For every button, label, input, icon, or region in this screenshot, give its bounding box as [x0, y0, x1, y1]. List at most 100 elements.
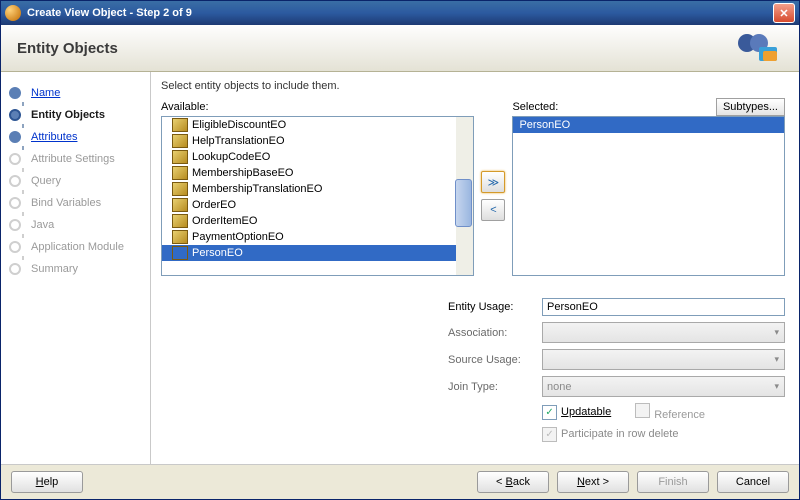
- chevron-left-icon: <: [490, 204, 496, 216]
- available-panel: Available: EligibleDiscountEO HelpTransla…: [161, 98, 474, 276]
- entity-object-icon: [172, 118, 188, 132]
- source-usage-label: Source Usage:: [448, 354, 534, 366]
- chevron-right-icon: ≫: [488, 176, 500, 189]
- step-label: Application Module: [31, 241, 124, 253]
- close-icon[interactable]: ✕: [773, 3, 795, 23]
- entity-object-icon: [172, 150, 188, 164]
- step-attributes[interactable]: Attributes: [9, 126, 150, 148]
- wizard-body: Name Entity Objects Attributes Attribute Se…: [1, 72, 799, 464]
- list-item[interactable]: PaymentOptionEO: [162, 229, 473, 245]
- step-dot-icon: [9, 109, 21, 121]
- step-dot-icon: [9, 87, 21, 99]
- list-item[interactable]: HelpTranslationEO: [162, 133, 473, 149]
- step-list: Name Entity Objects Attributes Attribute Se…: [1, 72, 151, 464]
- list-item-label: MembershipTranslationEO: [192, 183, 322, 195]
- selected-label: Selected:: [512, 101, 558, 113]
- association-combo: [542, 322, 785, 343]
- step-entity-objects: Entity Objects: [9, 104, 150, 126]
- back-button[interactable]: < Back: [477, 471, 549, 493]
- entity-object-icon: [172, 182, 188, 196]
- step-label: Query: [31, 175, 61, 187]
- step-dot-icon: [9, 219, 21, 231]
- list-item[interactable]: MembershipTranslationEO: [162, 181, 473, 197]
- entity-object-icon: [172, 246, 188, 260]
- step-label[interactable]: Attributes: [31, 131, 77, 143]
- step-application-module: Application Module: [9, 236, 150, 258]
- list-item-label: OrderItemEO: [192, 215, 257, 227]
- list-item-label: PersonEO: [519, 119, 570, 131]
- shuttle-container: Available: EligibleDiscountEO HelpTransla…: [161, 98, 785, 276]
- step-label: Attribute Settings: [31, 153, 115, 165]
- step-label: Summary: [31, 263, 78, 275]
- remove-button[interactable]: <: [481, 199, 505, 221]
- add-button[interactable]: ≫: [481, 171, 505, 193]
- step-dot-icon: [9, 153, 21, 165]
- step-query: Query: [9, 170, 150, 192]
- entity-object-icon: [172, 198, 188, 212]
- entity-object-icon: [172, 230, 188, 244]
- selected-panel: Selected: Subtypes... PersonEO: [512, 98, 785, 276]
- app-icon: [5, 5, 21, 21]
- step-dot-icon: [9, 263, 21, 275]
- subtypes-button[interactable]: Subtypes...: [716, 98, 785, 116]
- list-item-label: HelpTranslationEO: [192, 135, 285, 147]
- source-usage-combo: [542, 349, 785, 370]
- list-item-label: MembershipBaseEO: [192, 167, 294, 179]
- entity-object-icon: [172, 166, 188, 180]
- entity-usage-field[interactable]: [542, 298, 785, 316]
- list-item[interactable]: EligibleDiscountEO: [162, 117, 473, 133]
- cancel-button[interactable]: Cancel: [717, 471, 789, 493]
- list-item-label: PaymentOptionEO: [192, 231, 284, 243]
- available-listbox[interactable]: EligibleDiscountEO HelpTranslationEO Looku…: [161, 116, 474, 276]
- shuttle-buttons: ≫ <: [480, 116, 506, 276]
- entity-object-icon: [172, 214, 188, 228]
- step-attribute-settings: Attribute Settings: [9, 148, 150, 170]
- step-label[interactable]: Name: [31, 87, 60, 99]
- list-item[interactable]: PersonEO: [513, 117, 784, 133]
- wizard-header: Entity Objects: [1, 25, 799, 72]
- main-panel: Select entity objects to include them. A…: [151, 72, 799, 464]
- selected-listbox[interactable]: PersonEO: [512, 116, 785, 276]
- step-dot-icon: [9, 241, 21, 253]
- entity-usage-label: Entity Usage:: [448, 301, 534, 313]
- association-label: Association:: [448, 327, 534, 339]
- wizard-banner-icon: [733, 29, 781, 65]
- list-item[interactable]: OrderItemEO: [162, 213, 473, 229]
- scrollbar-thumb[interactable]: [455, 179, 472, 227]
- participate-checkbox: ✓Participate in row delete: [542, 427, 678, 442]
- list-item[interactable]: MembershipBaseEO: [162, 165, 473, 181]
- window-title: Create View Object - Step 2 of 9: [27, 7, 773, 19]
- step-dot-icon: [9, 175, 21, 187]
- wizard-footer: Help < Back Next > Finish Cancel: [1, 464, 799, 499]
- join-type-combo: none: [542, 376, 785, 397]
- page-title: Entity Objects: [17, 40, 118, 57]
- step-label: Bind Variables: [31, 197, 101, 209]
- wizard-window: Create View Object - Step 2 of 9 ✕ Entit…: [0, 0, 800, 500]
- step-label: Entity Objects: [31, 109, 105, 121]
- step-bind-variables: Bind Variables: [9, 192, 150, 214]
- list-item[interactable]: PersonEO: [162, 245, 473, 261]
- next-button[interactable]: Next >: [557, 471, 629, 493]
- list-item-label: OrderEO: [192, 199, 236, 211]
- instruction-text: Select entity objects to include them.: [161, 80, 785, 92]
- titlebar: Create View Object - Step 2 of 9 ✕: [1, 1, 799, 25]
- entity-usage-form: Entity Usage: Association: Source Usage:…: [448, 298, 785, 442]
- step-summary: Summary: [9, 258, 150, 280]
- entity-object-icon: [172, 134, 188, 148]
- help-button[interactable]: Help: [11, 471, 83, 493]
- updatable-checkbox[interactable]: ✓Updatable: [542, 405, 611, 420]
- step-dot-icon: [9, 197, 21, 209]
- list-item-label: LookupCodeEO: [192, 151, 270, 163]
- list-item-label: EligibleDiscountEO: [192, 119, 286, 131]
- available-label: Available:: [161, 101, 209, 113]
- step-java: Java: [9, 214, 150, 236]
- step-name[interactable]: Name: [9, 82, 150, 104]
- list-item-label: PersonEO: [192, 247, 243, 259]
- finish-button: Finish: [637, 471, 709, 493]
- join-type-label: Join Type:: [448, 381, 534, 393]
- list-item[interactable]: LookupCodeEO: [162, 149, 473, 165]
- reference-checkbox: Reference: [635, 403, 705, 421]
- step-dot-icon: [9, 131, 21, 143]
- step-label: Java: [31, 219, 54, 231]
- list-item[interactable]: OrderEO: [162, 197, 473, 213]
